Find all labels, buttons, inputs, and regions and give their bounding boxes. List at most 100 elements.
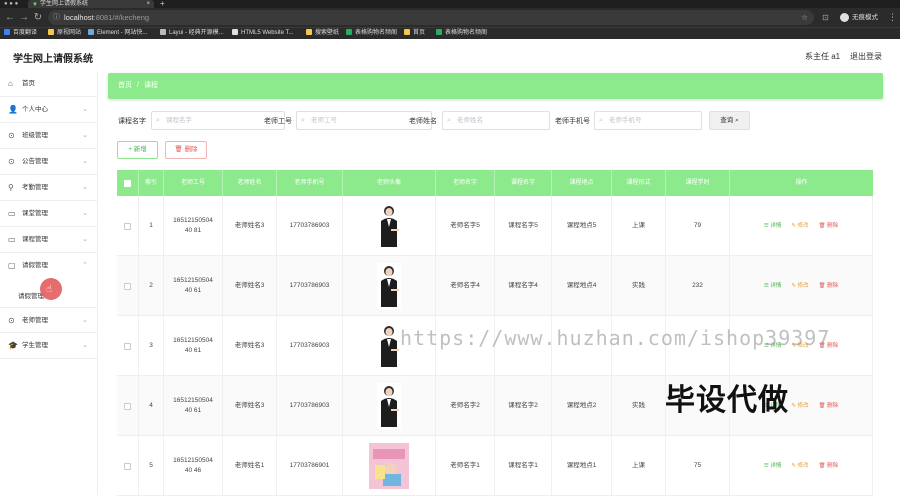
info-icon[interactable]: ⓘ: [53, 10, 60, 25]
bookmark-item[interactable]: Layui - 经典开源模...: [160, 28, 224, 39]
extension-icon[interactable]: ⊡: [822, 12, 829, 23]
add-button[interactable]: + 新增: [117, 141, 158, 159]
cell-index: 5: [139, 436, 164, 496]
bookmark-item[interactable]: 表格购物名频阁: [436, 28, 487, 39]
bookmark-item[interactable]: 搜索壁纸: [306, 28, 339, 39]
bookmark-item[interactable]: 原视网站: [48, 28, 81, 39]
row-checkbox-cell: [117, 436, 139, 496]
teacher-photo: [369, 443, 409, 489]
forward-icon[interactable]: →: [18, 11, 30, 24]
column-header: 老师头像: [343, 170, 436, 196]
window-controls[interactable]: ● ● ●: [4, 0, 18, 8]
column-header: 课程名字: [495, 170, 552, 196]
bookmark-item[interactable]: 首页: [404, 28, 425, 39]
edit-button[interactable]: ✎ 修改: [791, 282, 808, 290]
search-icon: ⌕: [735, 117, 739, 124]
sidebar-item-course[interactable]: ▭ 课程管理 ⌄: [0, 227, 98, 253]
cell-phone: 17703786903: [277, 196, 343, 256]
sidebar-item-profile[interactable]: 👤 个人中心 ⌄: [0, 97, 98, 123]
row-checkbox-cell: [117, 256, 139, 316]
sidebar-item-notice[interactable]: ⊙ 公告管理 ⌄: [0, 149, 98, 175]
chevron-up-icon: ⌃: [82, 262, 88, 269]
delete-button[interactable]: 🗑 删除: [819, 282, 839, 290]
chevron-down-icon: ⌄: [82, 106, 88, 113]
bookmark-item[interactable]: 百度翻译: [4, 28, 37, 39]
reload-icon[interactable]: ↻: [32, 11, 44, 24]
bookmark-icon: [48, 29, 54, 36]
teacher-photo: [377, 323, 401, 369]
sidebar-item-leave[interactable]: ▢ 请假管理 ⌃: [0, 253, 98, 279]
cell-hours: 232: [666, 256, 730, 316]
bookmark-star-icon[interactable]: ☆: [801, 10, 808, 25]
column-header: 课程地点: [552, 170, 612, 196]
sidebar-item-teacher[interactable]: ⊙ 老师管理 ⌄: [0, 307, 98, 333]
edit-button[interactable]: ✎ 修改: [791, 402, 808, 410]
detail-button[interactable]: ☰ 详情: [764, 462, 781, 470]
column-header: 操作: [795, 180, 808, 186]
row-checkbox[interactable]: [124, 402, 131, 410]
row-checkbox-cell: [117, 196, 139, 256]
table-row: 5 1651215050440 46 老师姓名1 17703786901 老师名字1 课程…: [117, 436, 873, 496]
course-icon: ▭: [8, 235, 16, 244]
bookmark-icon: [404, 29, 410, 36]
select-all-checkbox[interactable]: [117, 170, 139, 196]
cell-index: 3: [139, 316, 164, 376]
delete-button[interactable]: 🗑 删除: [819, 222, 839, 230]
search-input-teacher-name[interactable]: ⌕ 老师姓名: [442, 111, 550, 130]
row-actions: ☰ 详情 ✎ 修改 🗑 删除: [730, 196, 873, 256]
sidebar-item-classroom[interactable]: ▭ 课堂管理 ⌄: [0, 201, 98, 227]
class-icon: ⊙: [8, 131, 15, 140]
teacher-photo: [377, 203, 401, 249]
cell-course: 课程名字2: [495, 376, 552, 436]
url-input[interactable]: ⓘ localhost:8081/#/kecheng ☆: [48, 10, 814, 25]
row-checkbox-cell: [117, 316, 139, 376]
cell-teacher-name: 老师姓名3: [223, 376, 277, 436]
search-form: 课程名字 ⌕ 课程名字 老师工号 ⌕ 老师工号 老师姓名 ⌕ 老师姓名 老师手机号 ⌕…: [98, 111, 900, 131]
sidebar-item-student[interactable]: 🎓 学生管理 ⌄: [0, 333, 98, 359]
row-checkbox[interactable]: [124, 282, 131, 290]
browser-menu-icon[interactable]: ⋮: [888, 12, 897, 23]
search-icon: ⌕: [599, 117, 603, 124]
student-icon: 🎓: [8, 341, 18, 350]
cell-name: 老师名字1: [436, 436, 495, 496]
row-checkbox[interactable]: [124, 462, 131, 470]
breadcrumb-home[interactable]: 首页: [118, 82, 132, 89]
back-icon[interactable]: ←: [4, 11, 16, 24]
teacher-photo-cell: [343, 196, 436, 256]
browser-tab-title: 学生网上请假系统: [40, 1, 89, 7]
detail-button[interactable]: ☰ 详情: [764, 222, 781, 230]
cell-name: 老师名字5: [436, 196, 495, 256]
bookmark-item[interactable]: 表格购物名频阁: [346, 28, 397, 39]
bookmark-item[interactable]: HTML5 Website T...: [232, 28, 293, 39]
breadcrumb: 首页 / 课程: [108, 73, 883, 99]
cell-teacher-no: 1651215050440 46: [164, 436, 223, 496]
bookmark-icon: [346, 29, 352, 36]
edit-button[interactable]: ✎ 修改: [791, 222, 808, 230]
row-checkbox[interactable]: [124, 222, 131, 230]
sidebar-item-attendance[interactable]: ⚲ 考勤管理 ⌄: [0, 175, 98, 201]
teacher-photo: [377, 383, 401, 429]
edit-button[interactable]: ✎ 修改: [791, 462, 808, 470]
new-tab-button[interactable]: +: [160, 0, 165, 8]
query-button[interactable]: 查询 ⌕: [709, 111, 750, 130]
cell-name: 老师名字2: [436, 376, 495, 436]
bookmark-icon: [88, 29, 94, 36]
cell-place: 课程地点4: [552, 256, 612, 316]
delete-button[interactable]: 🗑 删除: [819, 462, 839, 470]
app-title: 学生网上请假系统: [13, 54, 93, 65]
logout-button[interactable]: 退出登录: [850, 51, 882, 62]
browser-tab[interactable]: ▼ 学生网上请假系统 ×: [28, 0, 154, 8]
detail-button[interactable]: ☰ 详情: [764, 282, 781, 290]
url-host: localhost: [64, 13, 94, 22]
close-tab-icon[interactable]: ×: [146, 0, 150, 8]
sidebar-item-home[interactable]: ⌂ 首页: [0, 71, 98, 97]
delete-button[interactable]: 🗑 删除: [819, 402, 839, 410]
sidebar-item-class[interactable]: ⊙ 班级管理 ⌄: [0, 123, 98, 149]
batch-delete-button[interactable]: 🗑 删除: [165, 141, 207, 159]
bookmark-item[interactable]: Element - 网站快...: [88, 28, 147, 39]
search-input-teacher-phone[interactable]: ⌕ 老师手机号: [594, 111, 702, 130]
row-checkbox[interactable]: [124, 342, 131, 350]
teacher-photo: [377, 263, 401, 309]
breadcrumb-current: 课程: [143, 82, 158, 89]
profile-button[interactable]: 无痕模式: [840, 12, 878, 23]
